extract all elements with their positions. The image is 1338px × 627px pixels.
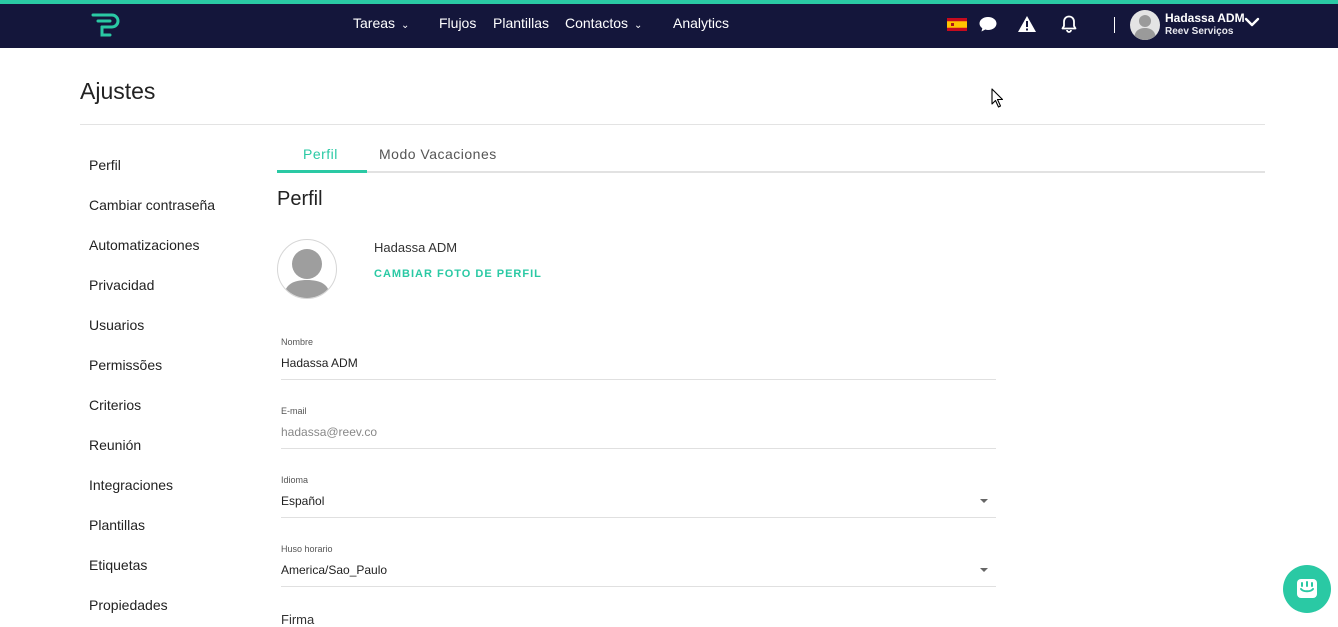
- email-label: E-mail: [281, 406, 307, 416]
- name-label: Nombre: [281, 337, 314, 347]
- email-input: [281, 425, 991, 439]
- sidebar-item-perfil[interactable]: Perfil: [89, 157, 121, 173]
- sidebar-item-reunion[interactable]: Reunión: [89, 437, 141, 453]
- timezone-select[interactable]: America/Sao_Paulo: [281, 563, 991, 577]
- nav-tareas[interactable]: Tareas ⌄: [353, 4, 409, 42]
- nav-plantillas[interactable]: Plantillas: [493, 4, 549, 42]
- chevron-down-icon[interactable]: [1244, 15, 1260, 29]
- warning-icon[interactable]: [1017, 14, 1037, 34]
- chat-icon[interactable]: [978, 14, 998, 34]
- timezone-label: Huso horario: [281, 544, 333, 554]
- top-navbar: Tareas ⌄ Flujos Plantillas Contactos ⌄ Ana…: [0, 4, 1338, 48]
- language-select[interactable]: Español: [281, 494, 991, 508]
- sidebar-item-plantillas[interactable]: Plantillas: [89, 517, 145, 533]
- chat-bubble-icon: [1297, 579, 1317, 598]
- sidebar-item-etiquetas[interactable]: Etiquetas: [89, 557, 147, 573]
- sidebar-item-permissoes[interactable]: Permissões: [89, 357, 162, 373]
- tab-modo-vacaciones[interactable]: Modo Vacaciones: [379, 146, 497, 162]
- email-underline: [281, 448, 996, 449]
- tabs-divider: [277, 171, 1265, 173]
- sidebar-item-propiedades[interactable]: Propiedades: [89, 597, 168, 613]
- profile-name: Hadassa ADM: [374, 240, 458, 255]
- sidebar-item-criterios[interactable]: Criterios: [89, 397, 141, 413]
- support-chat-button[interactable]: [1283, 565, 1331, 613]
- mouse-cursor-icon: [991, 88, 1004, 108]
- timezone-underline: [281, 586, 996, 587]
- sidebar-item-cambiar-contrasena[interactable]: Cambiar contraseña: [89, 197, 215, 213]
- logo-icon[interactable]: [90, 12, 122, 38]
- active-tab-indicator: [277, 170, 367, 173]
- nav-flujos[interactable]: Flujos: [439, 4, 476, 42]
- chevron-down-icon: ⌄: [401, 20, 410, 31]
- nav-analytics[interactable]: Analytics: [673, 4, 729, 42]
- user-avatar[interactable]: [1130, 10, 1160, 40]
- nav-contactos[interactable]: Contactos ⌄: [565, 4, 642, 42]
- caret-down-icon[interactable]: [980, 499, 988, 503]
- tab-perfil[interactable]: Perfil: [303, 146, 338, 162]
- signature-label: Firma: [281, 612, 315, 627]
- bell-icon[interactable]: [1059, 14, 1079, 34]
- chevron-down-icon: ⌄: [634, 20, 643, 31]
- navbar-divider: [1114, 17, 1115, 33]
- change-photo-link[interactable]: CAMBIAR FOTO DE PERFIL: [374, 268, 542, 280]
- title-divider: [80, 124, 1265, 125]
- spain-flag-icon[interactable]: [947, 18, 967, 31]
- page-title: Ajustes: [80, 78, 156, 104]
- profile-avatar-icon: [284, 249, 330, 298]
- user-company: Reev Serviços: [1165, 26, 1234, 37]
- section-title: Perfil: [277, 188, 323, 210]
- language-underline: [281, 517, 996, 518]
- sidebar-item-usuarios[interactable]: Usuarios: [89, 317, 144, 333]
- name-underline: [281, 379, 996, 380]
- user-name: Hadassa ADM: [1165, 11, 1245, 25]
- sidebar-item-automatizaciones[interactable]: Automatizaciones: [89, 237, 200, 253]
- name-input[interactable]: [281, 356, 991, 370]
- caret-down-icon[interactable]: [980, 568, 988, 572]
- language-label: Idioma: [281, 475, 309, 485]
- profile-avatar[interactable]: [277, 239, 337, 299]
- sidebar-item-integraciones[interactable]: Integraciones: [89, 477, 173, 493]
- user-avatar-icon: [1134, 15, 1156, 40]
- sidebar-item-privacidad[interactable]: Privacidad: [89, 277, 154, 293]
